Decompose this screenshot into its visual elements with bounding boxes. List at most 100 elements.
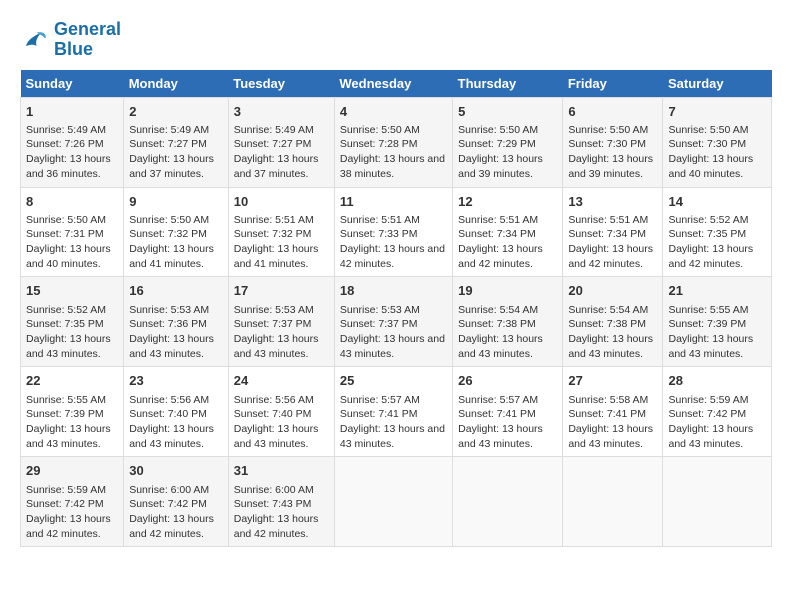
calendar-cell: 25Sunrise: 5:57 AMSunset: 7:41 PMDayligh…	[334, 367, 452, 457]
day-number: 9	[129, 193, 223, 211]
daylight-text: Daylight: 13 hours and 42 minutes.	[26, 513, 111, 540]
daylight-text: Daylight: 13 hours and 43 minutes.	[234, 423, 319, 450]
day-header-friday: Friday	[563, 70, 663, 98]
sunset-text: Sunset: 7:27 PM	[234, 138, 312, 150]
daylight-text: Daylight: 13 hours and 38 minutes.	[340, 153, 445, 180]
sunset-text: Sunset: 7:36 PM	[129, 318, 207, 330]
sunset-text: Sunset: 7:39 PM	[668, 318, 746, 330]
day-number: 27	[568, 372, 657, 390]
daylight-text: Daylight: 13 hours and 42 minutes.	[568, 243, 653, 270]
day-number: 23	[129, 372, 223, 390]
sunrise-text: Sunrise: 6:00 AM	[234, 484, 314, 496]
day-number: 3	[234, 103, 329, 121]
calendar-cell: 18Sunrise: 5:53 AMSunset: 7:37 PMDayligh…	[334, 277, 452, 367]
daylight-text: Daylight: 13 hours and 43 minutes.	[340, 333, 445, 360]
sunrise-text: Sunrise: 5:54 AM	[458, 304, 538, 316]
sunrise-text: Sunrise: 5:53 AM	[340, 304, 420, 316]
day-number: 11	[340, 193, 447, 211]
sunrise-text: Sunrise: 5:50 AM	[668, 124, 748, 136]
sunrise-text: Sunrise: 5:49 AM	[234, 124, 314, 136]
sunset-text: Sunset: 7:40 PM	[129, 408, 207, 420]
day-number: 29	[26, 462, 118, 480]
daylight-text: Daylight: 13 hours and 39 minutes.	[458, 153, 543, 180]
sunrise-text: Sunrise: 5:50 AM	[129, 214, 209, 226]
day-header-thursday: Thursday	[453, 70, 563, 98]
daylight-text: Daylight: 13 hours and 43 minutes.	[26, 333, 111, 360]
sunrise-text: Sunrise: 5:57 AM	[340, 394, 420, 406]
calendar-cell: 5 Sunrise: 5:50 AM Sunset: 7:29 PM Daylight…	[453, 97, 563, 187]
sunrise-text: Sunrise: 5:59 AM	[26, 484, 106, 496]
sunset-text: Sunset: 7:38 PM	[568, 318, 646, 330]
logo-icon	[20, 25, 50, 55]
calendar-cell	[334, 457, 452, 547]
sunset-text: Sunset: 7:30 PM	[568, 138, 646, 150]
sunset-text: Sunset: 7:41 PM	[458, 408, 536, 420]
sunrise-text: Sunrise: 5:50 AM	[340, 124, 420, 136]
day-number: 20	[568, 282, 657, 300]
sunset-text: Sunset: 7:41 PM	[340, 408, 418, 420]
sunrise-text: Sunrise: 5:59 AM	[668, 394, 748, 406]
calendar-cell: 19Sunrise: 5:54 AMSunset: 7:38 PMDayligh…	[453, 277, 563, 367]
calendar-cell	[563, 457, 663, 547]
sunset-text: Sunset: 7:26 PM	[26, 138, 104, 150]
sunrise-text: Sunrise: 5:50 AM	[458, 124, 538, 136]
daylight-text: Daylight: 13 hours and 42 minutes.	[458, 243, 543, 270]
sunrise-text: Sunrise: 6:00 AM	[129, 484, 209, 496]
calendar-cell: 20Sunrise: 5:54 AMSunset: 7:38 PMDayligh…	[563, 277, 663, 367]
day-header-wednesday: Wednesday	[334, 70, 452, 98]
sunrise-text: Sunrise: 5:55 AM	[26, 394, 106, 406]
calendar-cell: 6Sunrise: 5:50 AMSunset: 7:30 PMDaylight…	[563, 97, 663, 187]
day-number: 1	[26, 103, 118, 121]
daylight-text: Daylight: 13 hours and 36 minutes.	[26, 153, 111, 180]
daylight-text: Daylight: 13 hours and 42 minutes.	[340, 243, 445, 270]
sunset-text: Sunset: 7:37 PM	[234, 318, 312, 330]
calendar-cell: 17Sunrise: 5:53 AMSunset: 7:37 PMDayligh…	[228, 277, 334, 367]
daylight-text: Daylight: 13 hours and 43 minutes.	[458, 333, 543, 360]
daylight-text: Daylight: 13 hours and 43 minutes.	[668, 423, 753, 450]
day-number: 8	[26, 193, 118, 211]
logo-text: General Blue	[54, 20, 121, 60]
daylight-text: Daylight: 13 hours and 37 minutes.	[129, 153, 214, 180]
calendar-cell: 3 Sunrise: 5:49 AM Sunset: 7:27 PM Daylight…	[228, 97, 334, 187]
sunrise-text: Sunrise: 5:53 AM	[129, 304, 209, 316]
week-row-2: 8Sunrise: 5:50 AMSunset: 7:31 PMDaylight…	[21, 187, 772, 277]
sunset-text: Sunset: 7:43 PM	[234, 498, 312, 510]
day-number: 26	[458, 372, 557, 390]
logo: General Blue	[20, 20, 121, 60]
week-row-1: 1 Sunrise: 5:49 AM Sunset: 7:26 PM Daylight…	[21, 97, 772, 187]
sunrise-text: Sunrise: 5:56 AM	[234, 394, 314, 406]
daylight-text: Daylight: 13 hours and 43 minutes.	[26, 423, 111, 450]
calendar-cell	[453, 457, 563, 547]
sunrise-text: Sunrise: 5:51 AM	[234, 214, 314, 226]
sunset-text: Sunset: 7:41 PM	[568, 408, 646, 420]
calendar-cell: 29Sunrise: 5:59 AMSunset: 7:42 PMDayligh…	[21, 457, 124, 547]
daylight-text: Daylight: 13 hours and 39 minutes.	[568, 153, 653, 180]
calendar-cell: 21Sunrise: 5:55 AMSunset: 7:39 PMDayligh…	[663, 277, 772, 367]
calendar-cell: 27Sunrise: 5:58 AMSunset: 7:41 PMDayligh…	[563, 367, 663, 457]
sunrise-text: Sunrise: 5:49 AM	[129, 124, 209, 136]
day-number: 17	[234, 282, 329, 300]
day-number: 12	[458, 193, 557, 211]
daylight-text: Daylight: 13 hours and 43 minutes.	[129, 423, 214, 450]
calendar-cell: 11Sunrise: 5:51 AMSunset: 7:33 PMDayligh…	[334, 187, 452, 277]
calendar-cell: 16Sunrise: 5:53 AMSunset: 7:36 PMDayligh…	[124, 277, 229, 367]
calendar-cell: 12Sunrise: 5:51 AMSunset: 7:34 PMDayligh…	[453, 187, 563, 277]
sunrise-text: Sunrise: 5:49 AM	[26, 124, 106, 136]
sunrise-text: Sunrise: 5:57 AM	[458, 394, 538, 406]
daylight-text: Daylight: 13 hours and 37 minutes.	[234, 153, 319, 180]
sunset-text: Sunset: 7:29 PM	[458, 138, 536, 150]
sunrise-text: Sunrise: 5:52 AM	[668, 214, 748, 226]
calendar-cell: 30Sunrise: 6:00 AMSunset: 7:42 PMDayligh…	[124, 457, 229, 547]
day-number: 10	[234, 193, 329, 211]
sunset-text: Sunset: 7:40 PM	[234, 408, 312, 420]
sunset-text: Sunset: 7:38 PM	[458, 318, 536, 330]
day-number: 18	[340, 282, 447, 300]
day-number: 15	[26, 282, 118, 300]
day-number: 5	[458, 103, 557, 121]
sunset-text: Sunset: 7:30 PM	[668, 138, 746, 150]
day-number: 14	[668, 193, 766, 211]
calendar-cell: 26Sunrise: 5:57 AMSunset: 7:41 PMDayligh…	[453, 367, 563, 457]
sunrise-text: Sunrise: 5:51 AM	[458, 214, 538, 226]
daylight-text: Daylight: 13 hours and 43 minutes.	[340, 423, 445, 450]
calendar-cell: 8Sunrise: 5:50 AMSunset: 7:31 PMDaylight…	[21, 187, 124, 277]
